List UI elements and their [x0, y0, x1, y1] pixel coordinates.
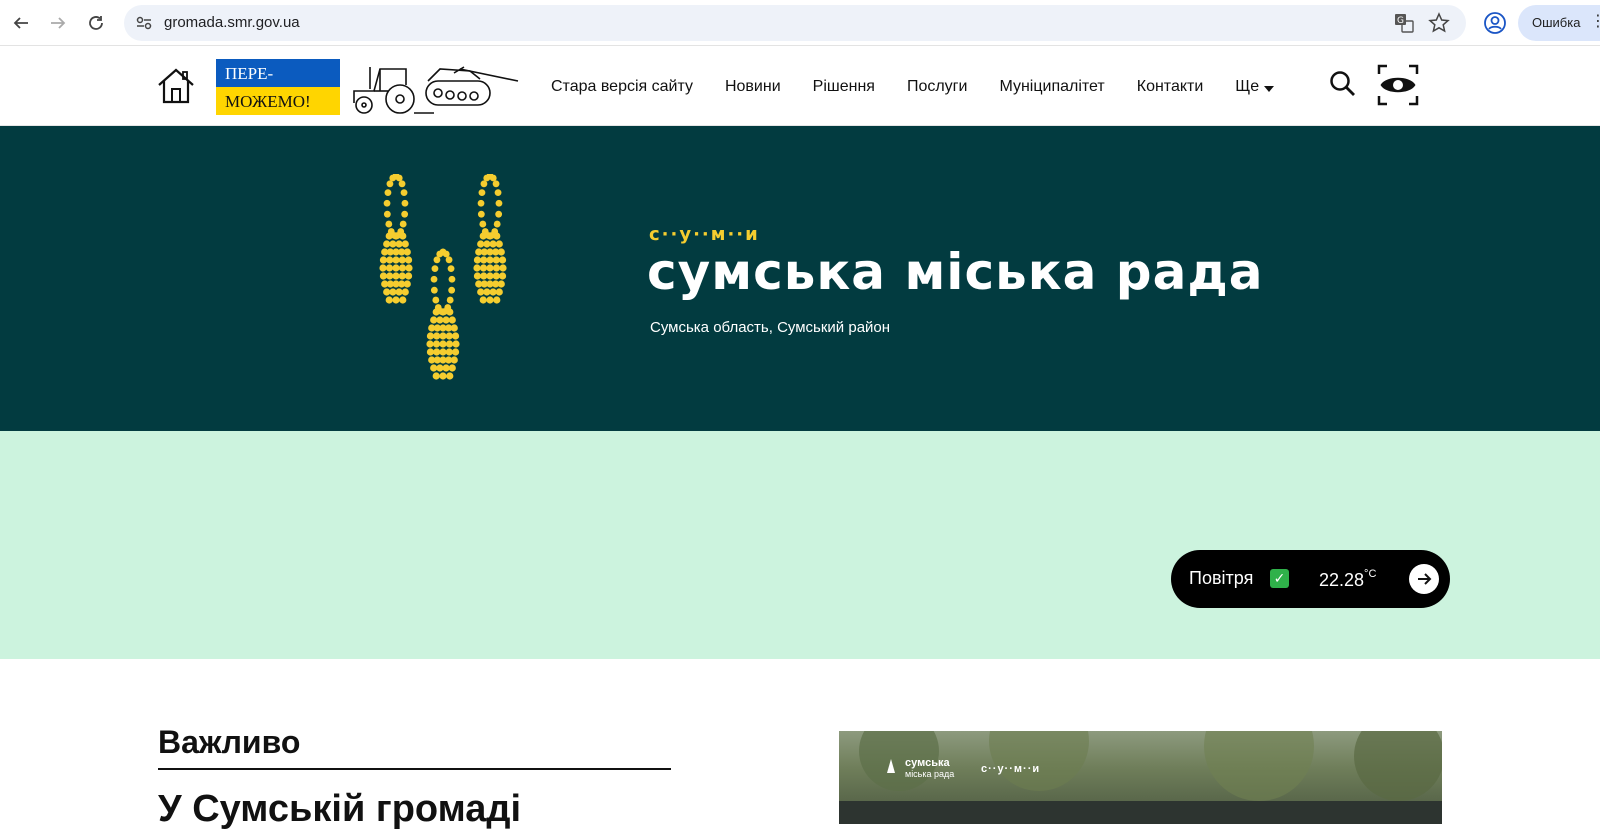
- arrow-right-icon[interactable]: [1409, 564, 1439, 594]
- site-header: ПЕРЕ- МОЖЕМО! Стара версія сайту Новини …: [0, 47, 1600, 126]
- nav-municipality[interactable]: Муніципалітет: [999, 78, 1104, 96]
- nav-more-dropdown[interactable]: Ще: [1235, 77, 1275, 96]
- url-text[interactable]: gromada.smr.gov.ua: [164, 14, 300, 31]
- hero-banner: с··у··м··и сумська міська рада Сумська о…: [0, 126, 1600, 431]
- air-label: Повітря: [1189, 568, 1254, 588]
- nav-services[interactable]: Послуги: [907, 78, 968, 96]
- air-quality-widget[interactable]: Повітря ✓ 22.28°C: [1171, 550, 1450, 608]
- site-info-icon[interactable]: [134, 13, 154, 33]
- caret-down-icon: [1264, 85, 1275, 92]
- peremozhemo-banner[interactable]: ПЕРЕ- МОЖЕМО!: [216, 59, 340, 115]
- banner-top-text: ПЕРЕ-: [216, 59, 340, 87]
- home-icon[interactable]: [156, 67, 196, 105]
- hero-title: сумська міська рада: [647, 243, 1264, 301]
- nav-decisions[interactable]: Рішення: [813, 78, 875, 96]
- temperature-unit: °C: [1364, 568, 1377, 580]
- air-temperature: 22.28°C: [1319, 568, 1377, 591]
- svg-text:G: G: [1397, 16, 1404, 26]
- tractor-tank-illustration: [350, 59, 522, 117]
- hero-subtitle: Сумська область, Сумський район: [650, 319, 891, 336]
- nav-news[interactable]: Новини: [725, 78, 781, 96]
- sumy-emblem-logo: [372, 172, 528, 384]
- profile-error-chip[interactable]: Ошибка: [1518, 5, 1600, 41]
- temperature-value: 22.28: [1319, 570, 1365, 590]
- image-logo-line1: сумська: [905, 757, 950, 769]
- nav-contacts[interactable]: Контакти: [1137, 78, 1204, 96]
- forward-icon[interactable]: [43, 8, 73, 38]
- check-icon: ✓: [1270, 569, 1289, 588]
- accessibility-eye-icon[interactable]: [1377, 64, 1419, 106]
- bookmark-star-icon[interactable]: [1428, 12, 1450, 34]
- mint-band: Повітря ✓ 22.28°C: [0, 431, 1600, 659]
- reload-icon[interactable]: [81, 8, 111, 38]
- image-logo-line2: міська рада: [905, 769, 955, 779]
- search-icon[interactable]: [1328, 69, 1358, 99]
- nav-more-label: Ще: [1235, 77, 1260, 95]
- translate-icon[interactable]: G: [1394, 13, 1414, 33]
- image-sumy-logo: с··у··м··и: [981, 763, 1041, 775]
- news-title[interactable]: У Сумській громаді: [158, 788, 521, 831]
- banner-bottom-text: МОЖЕМО!: [216, 87, 340, 115]
- sumy-small-logo: с··у··м··и: [649, 224, 760, 245]
- browser-toolbar: gromada.smr.gov.ua G Ошибка ⋮: [0, 0, 1600, 46]
- back-icon[interactable]: [6, 8, 36, 38]
- important-section-heading: Важливо: [158, 724, 301, 760]
- main-nav: Стара версія сайту Новини Рішення Послуг…: [551, 47, 1306, 126]
- profile-icon[interactable]: [1482, 10, 1508, 36]
- image-logo-text: сумська міська рада: [905, 758, 954, 780]
- address-bar[interactable]: gromada.smr.gov.ua G: [124, 5, 1466, 41]
- nav-old-site[interactable]: Стара версія сайту: [551, 78, 693, 96]
- news-image[interactable]: сумська міська рада с··у··м··и: [839, 731, 1442, 824]
- browser-menu-icon[interactable]: ⋮: [1590, 14, 1600, 30]
- section-divider: [158, 768, 671, 770]
